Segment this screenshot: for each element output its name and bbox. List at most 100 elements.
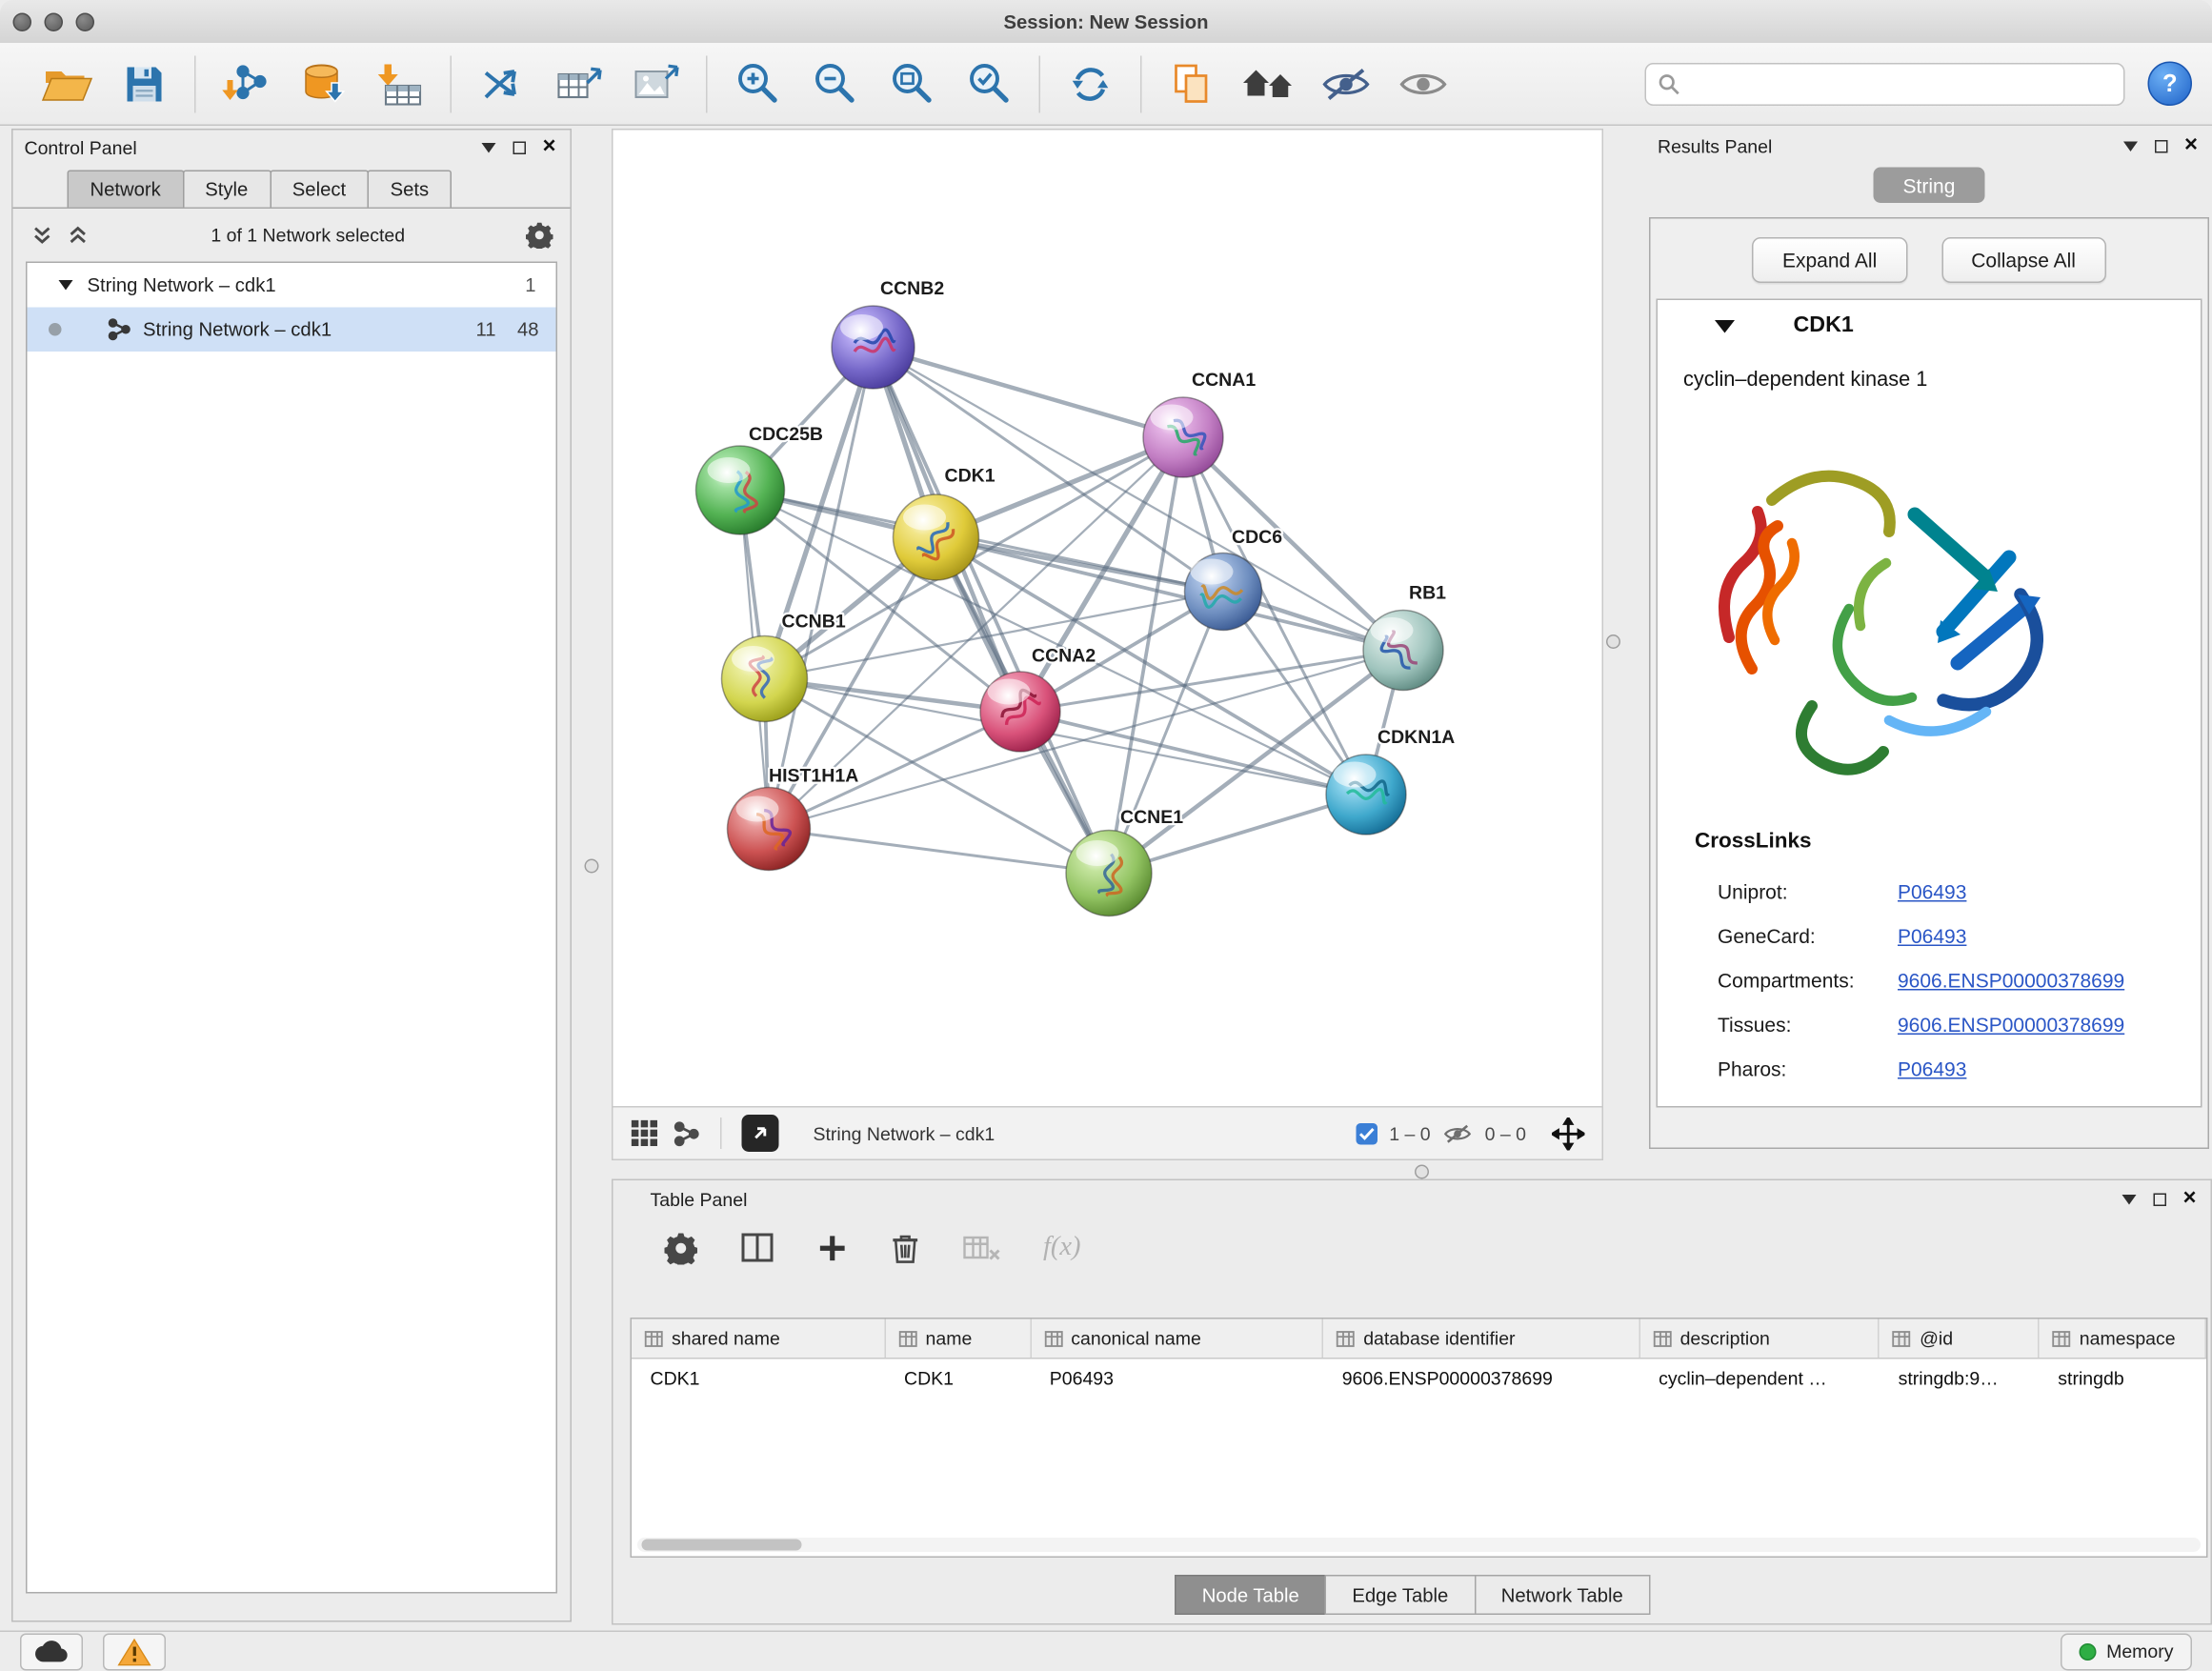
- column-header-canonical-name[interactable]: canonical name: [1031, 1319, 1323, 1359]
- network-node-ccne1[interactable]: [1066, 831, 1152, 916]
- pan-crosshair-icon[interactable]: [1552, 1117, 1585, 1150]
- gear-icon[interactable]: [526, 221, 553, 249]
- search-input[interactable]: [1689, 71, 2112, 96]
- table-data-row[interactable]: CDK1CDK1P064939606.ENSP00000378699cyclin…: [632, 1359, 2206, 1397]
- tab-style[interactable]: Style: [182, 171, 271, 208]
- network-view[interactable]: CCNB2CCNA1CDC25BCDK1CDC6RB1CCNB1CCNA2CDK…: [612, 129, 1603, 1108]
- column-header-namespace[interactable]: namespace: [2040, 1319, 2206, 1359]
- search-box[interactable]: [1645, 62, 2125, 105]
- network-edge[interactable]: [874, 348, 1184, 438]
- zoom-out-button[interactable]: [802, 50, 868, 116]
- tab-sets[interactable]: Sets: [368, 171, 452, 208]
- network-edge[interactable]: [765, 592, 1224, 679]
- detach-view-button[interactable]: [742, 1115, 779, 1152]
- network-icon[interactable]: [674, 1119, 701, 1147]
- close-panel-icon[interactable]: ×: [2182, 1188, 2196, 1211]
- crosslink-tissues-link[interactable]: 9606.ENSP00000378699: [1898, 1013, 2124, 1036]
- warnings-button[interactable]: [103, 1633, 166, 1670]
- tab-network[interactable]: Network: [68, 171, 184, 208]
- gear-icon[interactable]: [665, 1231, 698, 1264]
- refresh-view-button[interactable]: [1057, 50, 1123, 116]
- crosslink-pharos-link[interactable]: P06493: [1898, 1057, 1966, 1079]
- tab-node-table[interactable]: Node Table: [1175, 1575, 1326, 1615]
- tab-edge-table[interactable]: Edge Table: [1325, 1575, 1476, 1615]
- hide-selected-button[interactable]: [1314, 50, 1379, 116]
- network-edge[interactable]: [1020, 712, 1366, 795]
- column-header-description[interactable]: description: [1640, 1319, 1880, 1359]
- crosslink-genecard-link[interactable]: P06493: [1898, 924, 1966, 947]
- collapse-all-button[interactable]: Collapse All: [1941, 237, 2106, 283]
- new-network-button[interactable]: [469, 50, 534, 116]
- left-splitter-handle[interactable]: [585, 859, 599, 874]
- column-header-name[interactable]: name: [886, 1319, 1032, 1359]
- expand-all-icon[interactable]: [66, 223, 90, 246]
- gene-section-header[interactable]: CDK1: [1658, 300, 2201, 352]
- expand-all-button[interactable]: Expand All: [1752, 237, 1906, 283]
- collapse-section-icon[interactable]: [1715, 319, 1735, 332]
- network-collection-row[interactable]: String Network – cdk1 1: [28, 263, 556, 308]
- panel-menu-icon[interactable]: [2122, 1194, 2136, 1204]
- network-node-cdkn1a[interactable]: [1326, 755, 1406, 835]
- network-node-ccna1[interactable]: [1143, 397, 1223, 477]
- panel-menu-icon[interactable]: [481, 142, 495, 152]
- column-header--id[interactable]: @id: [1880, 1319, 2040, 1359]
- network-node-cdk1[interactable]: [894, 494, 979, 580]
- horizontal-scrollbar[interactable]: [637, 1538, 2201, 1552]
- table-cell[interactable]: 9606.ENSP00000378699: [1323, 1367, 1639, 1389]
- close-panel-icon[interactable]: ×: [2184, 134, 2198, 157]
- column-header-database-identifier[interactable]: database identifier: [1323, 1319, 1639, 1359]
- table-cell[interactable]: CDK1: [886, 1367, 1032, 1389]
- open-session-button[interactable]: [34, 50, 100, 116]
- memory-button[interactable]: Memory: [2061, 1633, 2192, 1670]
- table-cell[interactable]: CDK1: [632, 1367, 886, 1389]
- cloud-status-button[interactable]: [20, 1633, 83, 1670]
- table-cell[interactable]: P06493: [1031, 1367, 1323, 1389]
- add-column-icon[interactable]: [817, 1233, 848, 1263]
- float-panel-icon[interactable]: [2154, 139, 2167, 152]
- panel-menu-icon[interactable]: [2122, 141, 2137, 151]
- import-table-button[interactable]: [368, 50, 433, 116]
- export-network-button[interactable]: [546, 50, 612, 116]
- network-node-ccna2[interactable]: [980, 672, 1060, 752]
- network-edge[interactable]: [769, 348, 874, 830]
- tab-select[interactable]: Select: [270, 171, 369, 208]
- help-button[interactable]: ?: [2148, 62, 2193, 107]
- export-image-button[interactable]: [623, 50, 689, 116]
- tree-expand-icon[interactable]: [59, 280, 73, 291]
- column-header-shared-name[interactable]: shared name: [632, 1319, 886, 1359]
- network-node-cdc25b[interactable]: [696, 446, 785, 534]
- network-edge[interactable]: [874, 348, 1110, 874]
- bottom-splitter-handle[interactable]: [1415, 1165, 1429, 1179]
- crosslink-compartments-link[interactable]: 9606.ENSP00000378699: [1898, 968, 2124, 991]
- float-panel-icon[interactable]: [2153, 1193, 2166, 1206]
- zoom-in-button[interactable]: [725, 50, 791, 116]
- delete-icon[interactable]: [891, 1231, 921, 1264]
- scrollbar-thumb[interactable]: [642, 1540, 802, 1551]
- right-splitter-handle[interactable]: [1606, 634, 1620, 649]
- show-all-button[interactable]: [1391, 50, 1457, 116]
- import-network-button[interactable]: [213, 50, 279, 116]
- zoom-fit-button[interactable]: [879, 50, 945, 116]
- columns-icon[interactable]: [740, 1232, 774, 1263]
- copy-button[interactable]: [1159, 50, 1225, 116]
- network-node-hist1h1a[interactable]: [728, 788, 811, 871]
- import-database-button[interactable]: [291, 50, 356, 116]
- home-button[interactable]: [1237, 50, 1302, 116]
- table-cell[interactable]: cyclin–dependent …: [1640, 1367, 1880, 1389]
- network-node-ccnb1[interactable]: [722, 636, 808, 722]
- network-node-rb1[interactable]: [1363, 611, 1443, 691]
- tab-network-table[interactable]: Network Table: [1474, 1575, 1650, 1615]
- network-graph[interactable]: CCNB2CCNA1CDC25BCDK1CDC6RB1CCNB1CCNA2CDK…: [613, 131, 1602, 1107]
- network-node-ccnb2[interactable]: [832, 306, 915, 389]
- crosslink-uniprot-link[interactable]: P06493: [1898, 879, 1966, 902]
- network-node-cdc6[interactable]: [1185, 554, 1262, 631]
- collapse-all-icon[interactable]: [30, 223, 55, 246]
- zoom-selected-button[interactable]: [956, 50, 1022, 116]
- string-tab[interactable]: String: [1874, 168, 1985, 204]
- table-cell[interactable]: stringdb: [2040, 1367, 2206, 1389]
- network-edge[interactable]: [769, 829, 1109, 874]
- save-session-button[interactable]: [111, 50, 177, 116]
- table-cell[interactable]: stringdb:9…: [1880, 1367, 2040, 1389]
- selected-nodes-icon[interactable]: [1357, 1122, 1378, 1144]
- hidden-eye-slash-icon[interactable]: [1442, 1121, 1474, 1146]
